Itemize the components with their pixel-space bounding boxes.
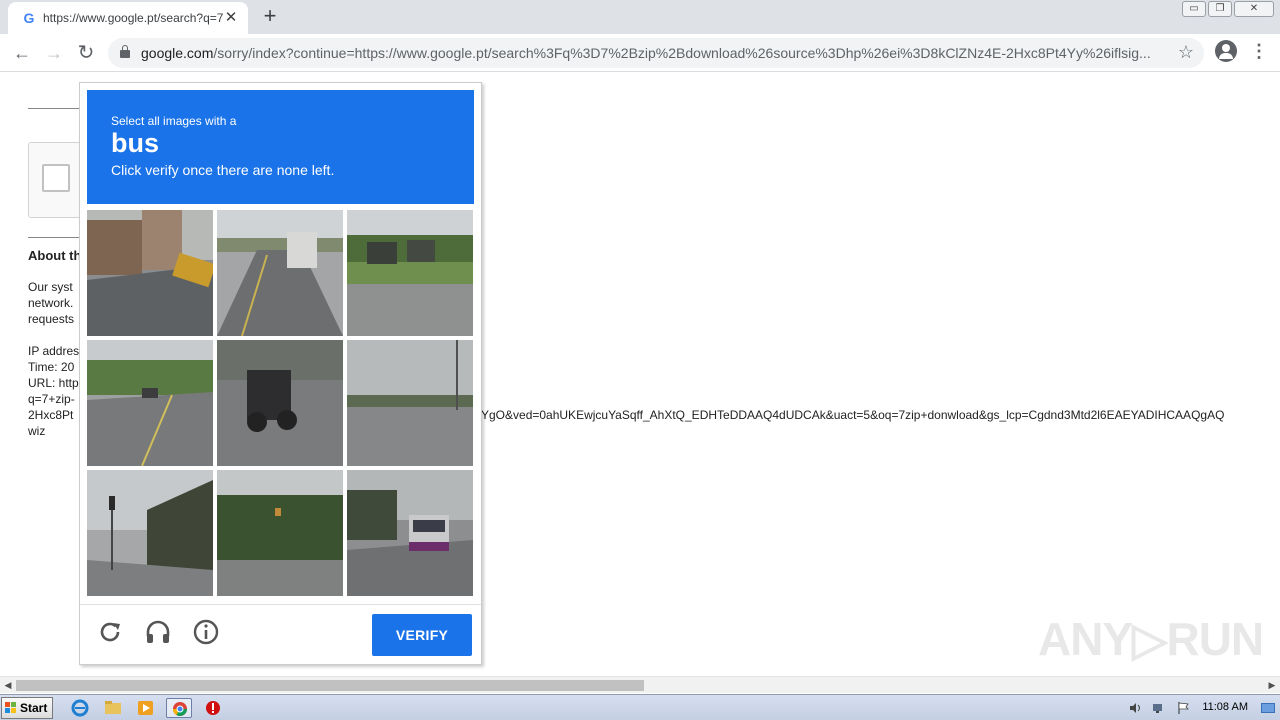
menu-icon[interactable]: ⋮: [1250, 41, 1268, 61]
image-tile-5[interactable]: [217, 340, 343, 466]
lock-icon[interactable]: [120, 45, 130, 59]
url-continued-line: 2Hxc8Pt: [28, 408, 74, 422]
clock[interactable]: 11:08 AM: [1202, 701, 1248, 713]
challenge-footer: VERIFY: [80, 604, 481, 664]
url-text[interactable]: google.com/sorry/index?continue=https://…: [141, 45, 1161, 61]
url-path: /sorry/index?continue=https://www.google…: [213, 45, 1151, 61]
system-tray: 11:08 AM: [1120, 695, 1280, 720]
about-line-3: requests: [28, 312, 75, 326]
address-bar[interactable]: google.com/sorry/index?continue=https://…: [108, 38, 1204, 68]
url-label: URL: http: [28, 376, 79, 390]
google-favicon-icon: G: [23, 10, 35, 26]
antivirus-icon[interactable]: [200, 698, 226, 718]
media-player-icon[interactable]: [133, 698, 159, 718]
time-label: Time: 20: [28, 360, 75, 374]
window-controls: ▭ ❐ ✕: [1182, 1, 1274, 17]
url-host: google.com: [141, 45, 214, 61]
url-wiz: wiz: [28, 424, 46, 438]
horizontal-scrollbar[interactable]: ◀ ▶: [0, 676, 1280, 693]
windows-logo-icon: [5, 702, 17, 714]
network-icon[interactable]: [1152, 701, 1166, 715]
ip-address-label: IP addres: [28, 344, 80, 358]
image-tile-3[interactable]: [347, 210, 473, 336]
info-icon[interactable]: [190, 616, 222, 648]
verify-button[interactable]: VERIFY: [372, 614, 472, 656]
image-tile-7[interactable]: [87, 470, 213, 596]
bookmark-star-icon[interactable]: ☆: [1178, 42, 1194, 63]
internet-explorer-icon[interactable]: [67, 698, 93, 718]
image-tile-1[interactable]: [87, 210, 213, 336]
windows-taskbar: Start 11:08 AM: [0, 694, 1280, 720]
chrome-taskbar-icon[interactable]: [166, 698, 192, 718]
window-close-button[interactable]: ✕: [1234, 1, 1274, 17]
scrollbar-thumb[interactable]: [16, 680, 644, 691]
image-tile-6[interactable]: [347, 340, 473, 466]
restore-button[interactable]: ❐: [1208, 1, 1232, 17]
show-desktop-icon[interactable]: [1260, 701, 1276, 715]
challenge-target: bus: [111, 128, 160, 158]
anyrun-watermark: ANY▷RUN: [1038, 613, 1264, 665]
volume-icon[interactable]: [1128, 701, 1142, 715]
challenge-subtext: Click verify once there are none left.: [111, 162, 335, 178]
scroll-right-icon[interactable]: ▶: [1266, 679, 1278, 691]
image-grid: [87, 210, 475, 598]
start-label: Start: [20, 701, 48, 715]
url-continued-right: YgO&ved=0ahUKEwjcuYaSqff_AhXtQ_EDHTeDDAA…: [481, 408, 1225, 422]
image-tile-2[interactable]: [217, 210, 343, 336]
about-heading: About th: [28, 248, 82, 263]
tab-strip: G https://www.google.pt/search?q=7 ✕ + ▭…: [0, 0, 1280, 34]
browser-toolbar: ← → ↻ google.com/sorry/index?continue=ht…: [0, 34, 1280, 72]
image-tile-9[interactable]: [347, 470, 473, 596]
about-line-1: Our syst: [28, 280, 73, 294]
file-explorer-icon[interactable]: [100, 698, 126, 718]
audio-challenge-icon[interactable]: [142, 616, 174, 648]
recaptcha-challenge: Select all images with a bus Click verif…: [79, 82, 482, 665]
tab-title: https://www.google.pt/search?q=7: [43, 11, 223, 25]
profile-icon[interactable]: [1215, 40, 1237, 62]
minimize-button[interactable]: ▭: [1182, 1, 1206, 17]
challenge-instruction: Select all images with a: [111, 114, 237, 128]
challenge-header: Select all images with a bus Click verif…: [87, 90, 474, 204]
action-center-flag-icon[interactable]: [1176, 701, 1190, 715]
browser-tab[interactable]: G https://www.google.pt/search?q=7 ✕: [8, 2, 248, 34]
recaptcha-checkbox[interactable]: [42, 164, 70, 192]
about-line-2: network.: [28, 296, 74, 310]
scroll-left-icon[interactable]: ◀: [2, 679, 14, 691]
reload-challenge-icon[interactable]: [94, 616, 126, 648]
new-tab-button[interactable]: +: [258, 5, 282, 29]
image-tile-8[interactable]: [217, 470, 343, 596]
start-button[interactable]: Start: [1, 697, 53, 719]
image-tile-4[interactable]: [87, 340, 213, 466]
tab-close-icon[interactable]: ✕: [222, 9, 240, 27]
back-button[interactable]: ←: [9, 40, 35, 66]
forward-button[interactable]: →: [41, 40, 67, 66]
url-query-line: q=7+zip-: [28, 392, 75, 406]
reload-button[interactable]: ↻: [73, 40, 99, 66]
